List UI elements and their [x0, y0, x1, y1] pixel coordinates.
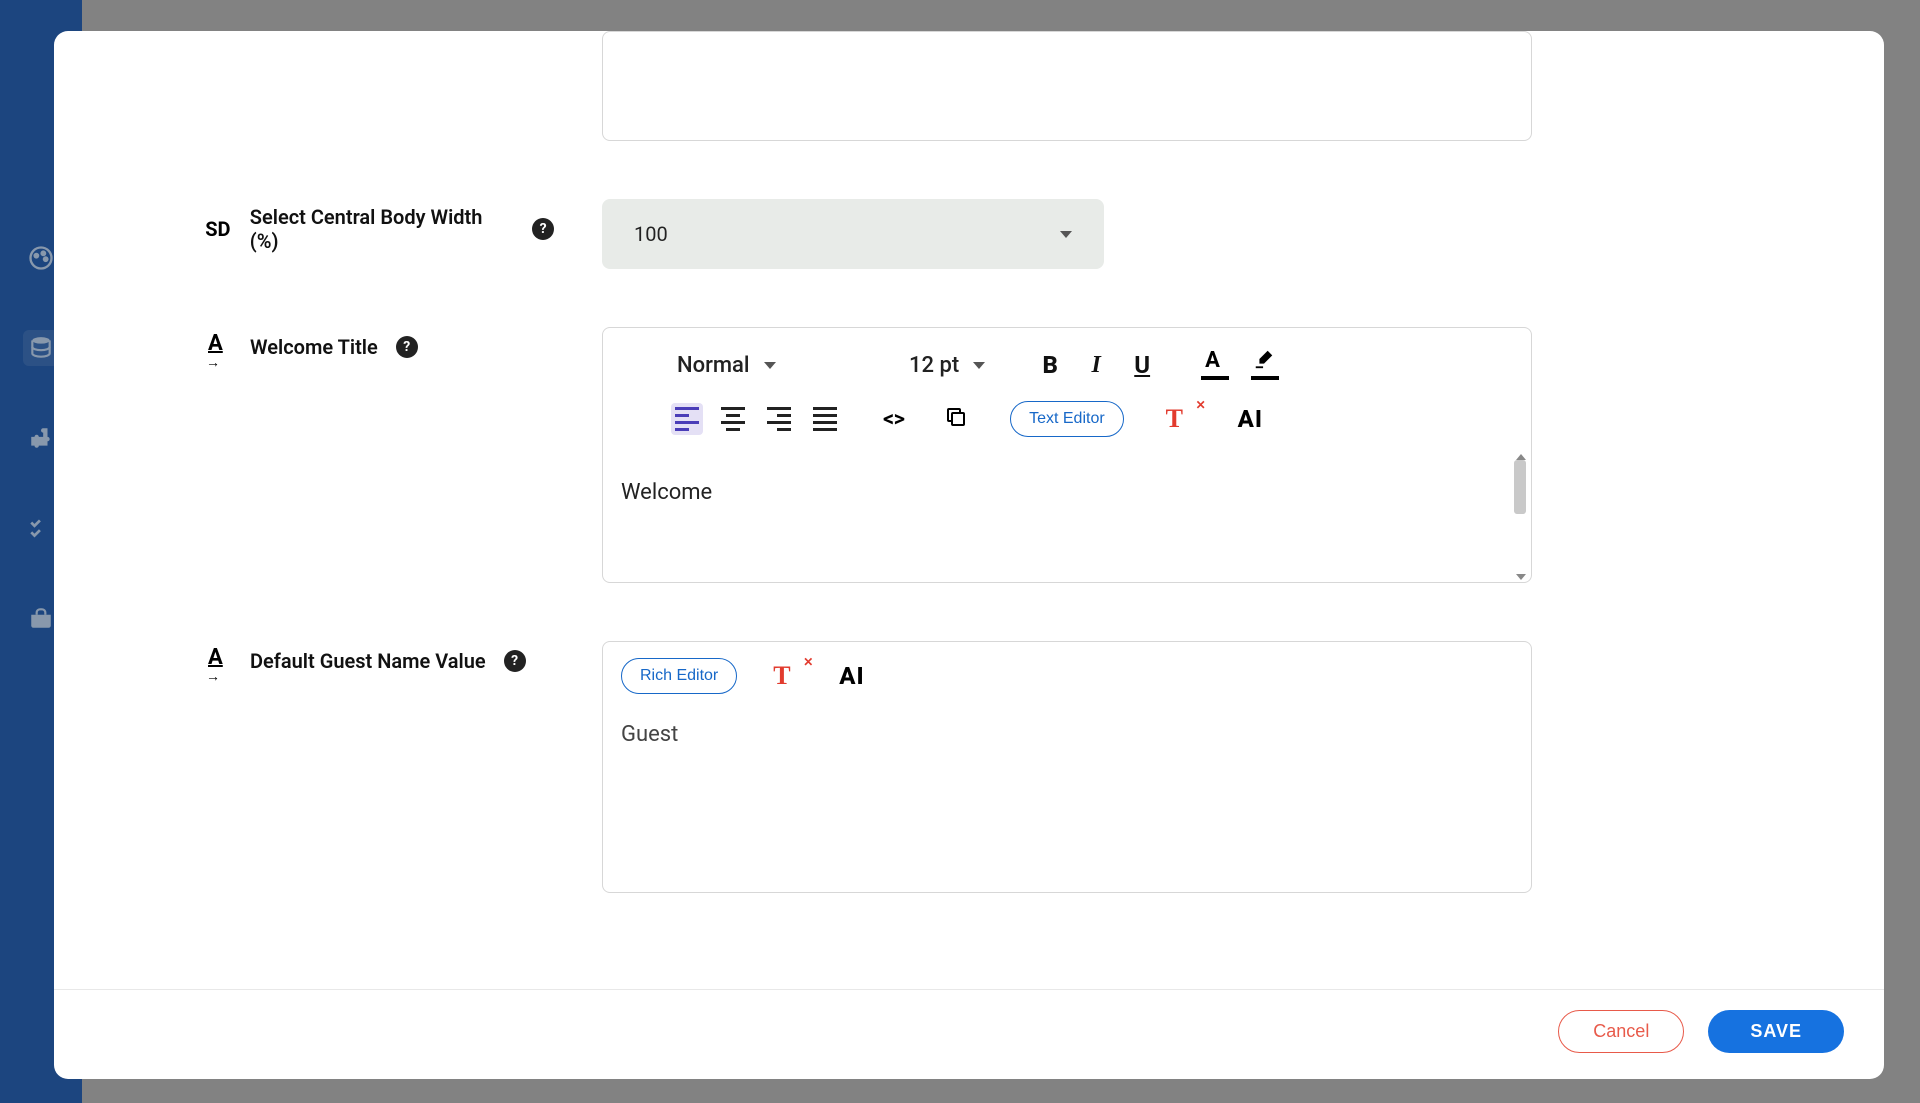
bold-button[interactable]: B — [1033, 348, 1067, 382]
help-icon[interactable]: ? — [504, 650, 526, 672]
code-view-button[interactable]: < > — [883, 407, 902, 432]
field-row-welcome-title: Welcome Title ? Normal 12 pt — [204, 327, 1764, 583]
default-guest-name-text: Guest — [621, 722, 678, 747]
background-color-button[interactable] — [1251, 350, 1279, 380]
modal-body: SD Select Central Body Width (%) ? 100 W… — [54, 31, 1884, 989]
field-control-col: Rich Editor T AI Guest — [602, 641, 1532, 893]
font-size-dropdown[interactable]: 12 pt — [903, 349, 991, 382]
text-editor-toggle-button[interactable]: Text Editor — [1010, 401, 1124, 437]
scrollbar[interactable] — [1511, 454, 1529, 580]
central-body-width-select[interactable]: 100 — [602, 199, 1104, 269]
text-field-icon — [204, 333, 232, 361]
align-center-button[interactable] — [717, 403, 749, 435]
scroll-down-icon[interactable] — [1516, 574, 1526, 580]
rich-editor-toolbar: Normal 12 pt B I U — [603, 328, 1531, 452]
field-row-central-body-width: SD Select Central Body Width (%) ? 100 — [204, 199, 1764, 269]
save-button[interactable]: SAVE — [1708, 1010, 1844, 1053]
font-size-value: 12 pt — [909, 353, 959, 378]
field-control-col: 100 — [602, 199, 1532, 269]
welcome-title-text: Welcome — [621, 480, 1513, 505]
modal-footer: Cancel SAVE — [54, 989, 1884, 1079]
underline-button[interactable]: U — [1125, 348, 1159, 382]
default-guest-name-editor: Rich Editor T AI Guest — [602, 641, 1532, 893]
field-label-central-body-width: Select Central Body Width (%) — [250, 205, 514, 253]
field-label-col: Welcome Title ? — [204, 327, 554, 361]
field-row-default-guest-name: Default Guest Name Value ? Rich Editor T… — [204, 641, 1764, 893]
ai-button[interactable]: AI — [839, 662, 864, 690]
copy-button[interactable] — [944, 405, 968, 433]
chevron-down-icon — [764, 362, 776, 369]
ai-button[interactable]: AI — [1238, 405, 1263, 433]
field-label-welcome-title: Welcome Title — [250, 335, 378, 359]
clear-formatting-button[interactable]: T — [1166, 404, 1196, 434]
sd-icon: SD — [204, 215, 232, 243]
settings-modal: SD Select Central Body Width (%) ? 100 W… — [54, 31, 1884, 1079]
welcome-title-content[interactable]: Welcome — [603, 452, 1531, 582]
font-color-button[interactable] — [1201, 350, 1229, 380]
rich-editor-toggle-button[interactable]: Rich Editor — [621, 658, 737, 694]
help-icon[interactable]: ? — [532, 218, 554, 240]
simple-editor-toolbar: Rich Editor T AI — [603, 642, 1531, 702]
scroll-thumb[interactable] — [1514, 460, 1526, 514]
align-left-button[interactable] — [671, 403, 703, 435]
chevron-down-icon — [973, 362, 985, 369]
cancel-button[interactable]: Cancel — [1558, 1010, 1684, 1053]
previous-field-editor[interactable] — [602, 31, 1532, 141]
paragraph-style-value: Normal — [677, 353, 750, 378]
italic-button[interactable]: I — [1079, 348, 1113, 382]
paragraph-style-dropdown[interactable]: Normal — [671, 349, 861, 382]
chevron-down-icon — [1060, 231, 1072, 238]
align-justify-button[interactable] — [809, 403, 841, 435]
text-field-icon — [204, 647, 232, 675]
field-control-col: Normal 12 pt B I U — [602, 327, 1532, 583]
default-guest-name-content[interactable]: Guest — [603, 702, 1531, 892]
field-label-col: Default Guest Name Value ? — [204, 641, 554, 675]
help-icon[interactable]: ? — [396, 336, 418, 358]
field-label-col: SD Select Central Body Width (%) ? — [204, 199, 554, 253]
welcome-title-editor: Normal 12 pt B I U — [602, 327, 1532, 583]
align-right-button[interactable] — [763, 403, 795, 435]
clear-formatting-button[interactable]: T — [773, 661, 803, 691]
field-label-default-guest-name: Default Guest Name Value — [250, 649, 486, 673]
select-value: 100 — [634, 222, 668, 246]
